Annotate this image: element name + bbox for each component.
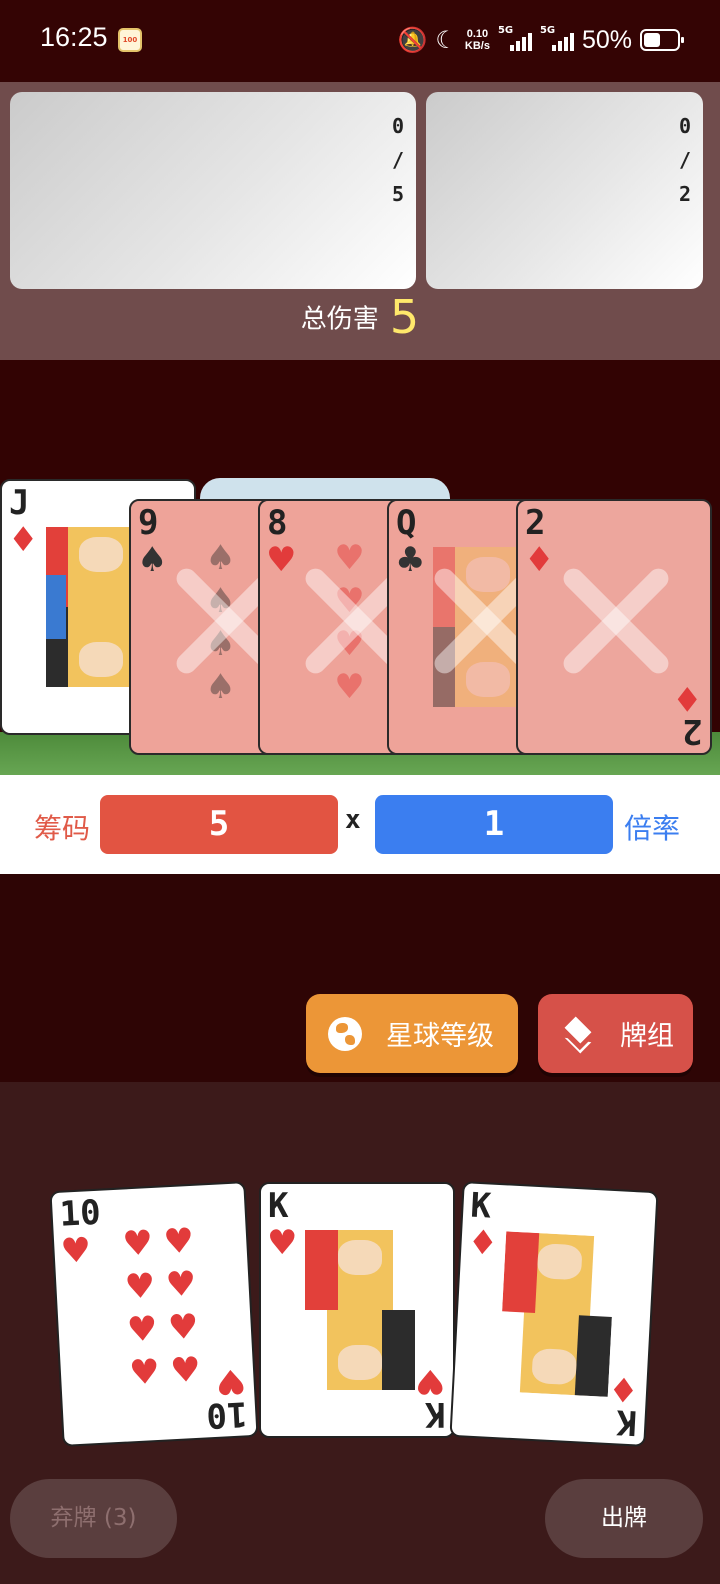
king-face-art bbox=[498, 1231, 616, 1397]
enemy-right-separator: / bbox=[678, 148, 691, 172]
signal-1-icon: 5G bbox=[498, 25, 532, 51]
deck-button[interactable]: 牌组 bbox=[538, 994, 693, 1073]
status-bar: 16:25 100 🔕 ☾ 0.10 KB/s 5G 5G 50% bbox=[0, 0, 720, 82]
card-rank: K bbox=[469, 1185, 493, 1227]
play-area: J ♦ ♠♠♠♠♠♠♠♠ 9 ♠ ♥♥♥♥♥♥♥♥ 8 ♥ Q ♣ 2 ♦ ♦ bbox=[0, 360, 720, 780]
app-notification-icon: 100 bbox=[118, 28, 142, 52]
card-rank: 8 bbox=[267, 503, 288, 543]
card-rank-bottom: K bbox=[424, 1394, 445, 1434]
enemy-slot-right[interactable]: 0 / 2 bbox=[426, 92, 703, 289]
card-rank-bottom: 2 bbox=[681, 711, 702, 751]
planet-level-button[interactable]: 星球等级 bbox=[306, 994, 518, 1073]
enemy-right-counter: 0 / 2 bbox=[679, 114, 691, 206]
heart-icon: ♥ bbox=[59, 1230, 93, 1272]
status-icons: 🔕 ☾ 0.10 KB/s 5G 5G 50% bbox=[397, 20, 684, 60]
enemy-left-separator: / bbox=[391, 148, 404, 172]
sim1-gen: 5G bbox=[497, 25, 514, 36]
card-rank: 10 bbox=[58, 1192, 102, 1235]
signal-2-icon: 5G bbox=[540, 25, 574, 51]
card-rank: Q bbox=[396, 503, 417, 543]
battery-percent: 50% bbox=[581, 25, 632, 54]
net-speed: 0.10 KB/s bbox=[465, 28, 490, 52]
discard-button[interactable]: 弃牌 (3) bbox=[10, 1479, 177, 1558]
card-rank: 2 bbox=[525, 503, 546, 543]
cross-mark-icon bbox=[556, 561, 676, 681]
heart-pips: ♥♥♥♥♥♥♥♥ bbox=[121, 1220, 202, 1394]
play-hand-button[interactable]: 出牌 bbox=[545, 1479, 703, 1558]
hand-card[interactable]: 10 ♥ ♥ ♥ ♥ ♥ ♥ ♥ ♥ ♥ ♥ 10 bbox=[49, 1181, 259, 1447]
enemy-right-current: 0 bbox=[678, 114, 691, 138]
status-time: 16:25 bbox=[40, 22, 108, 52]
mute-bell-icon: 🔕 bbox=[397, 26, 428, 54]
enemy-left-counter: 0 / 5 bbox=[392, 114, 404, 206]
king-face-art bbox=[305, 1230, 415, 1390]
net-speed-unit: KB/s bbox=[464, 40, 490, 52]
card-rank-bottom: K bbox=[614, 1401, 638, 1443]
total-damage: 总伤害 5 bbox=[0, 290, 720, 344]
globe-icon bbox=[328, 1016, 362, 1051]
battery-icon bbox=[640, 29, 684, 51]
net-speed-value: 0.10 bbox=[466, 28, 489, 40]
total-damage-label: 总伤害 bbox=[300, 304, 379, 335]
club-icon: ♣ bbox=[395, 540, 426, 580]
chips-label: 筹码 bbox=[34, 812, 91, 845]
diamond-icon: ♦ bbox=[524, 540, 555, 580]
card-rank-bottom: 10 bbox=[205, 1393, 249, 1436]
hand-card[interactable]: K ♦ ♦ K bbox=[449, 1181, 659, 1447]
total-damage-value: 5 bbox=[389, 290, 420, 344]
sim2-gen: 5G bbox=[539, 25, 556, 36]
enemy-slot-left[interactable]: 0 / 5 bbox=[10, 92, 416, 289]
hand-card[interactable]: K ♥ ♥ K bbox=[259, 1182, 455, 1438]
card-rank: J bbox=[9, 483, 30, 523]
deck-label: 牌组 bbox=[620, 1021, 674, 1052]
chips-value: 5 bbox=[100, 795, 338, 854]
diamond-icon: ♦ bbox=[466, 1222, 500, 1264]
heart-icon: ♥ bbox=[267, 1223, 298, 1263]
heart-icon: ♥ bbox=[266, 540, 297, 580]
layers-icon bbox=[560, 1016, 596, 1053]
times-symbol: x bbox=[345, 805, 361, 835]
card-rank: K bbox=[268, 1186, 289, 1226]
enemy-left-max: 5 bbox=[391, 182, 404, 206]
planet-level-label: 星球等级 bbox=[386, 1021, 494, 1052]
enemy-right-max: 2 bbox=[678, 182, 691, 206]
enemy-left-current: 0 bbox=[391, 114, 404, 138]
enemy-panel: 0 / 5 0 / 2 总伤害 5 bbox=[0, 82, 720, 360]
played-card[interactable]: 2 ♦ ♦ 2 bbox=[516, 499, 712, 755]
card-rank: 9 bbox=[138, 503, 159, 543]
score-bar: 筹码 5 x 1 倍率 bbox=[0, 775, 720, 874]
moon-icon: ☾ bbox=[435, 26, 457, 54]
diamond-icon: ♦ bbox=[671, 678, 702, 718]
mult-value: 1 bbox=[375, 795, 613, 854]
diamond-icon: ♦ bbox=[8, 520, 39, 560]
mult-label: 倍率 bbox=[624, 812, 681, 845]
spade-icon: ♠ bbox=[137, 540, 168, 580]
heart-icon: ♥ bbox=[414, 1361, 445, 1401]
